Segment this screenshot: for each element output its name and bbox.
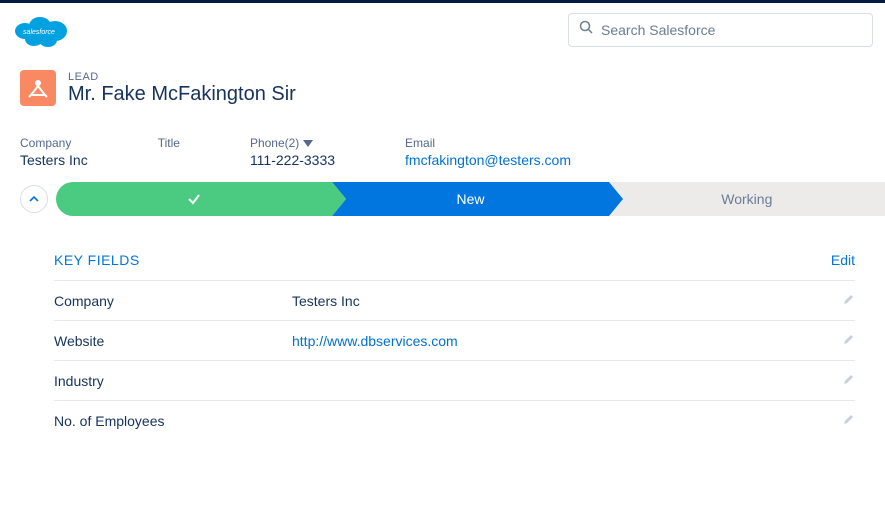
search-input[interactable] (601, 22, 862, 38)
kf-label-employees: No. of Employees (54, 413, 292, 429)
check-icon (186, 191, 202, 207)
kf-row-industry: Industry (54, 360, 855, 400)
highlight-email: Email fmcfakington@testers.com (405, 136, 571, 168)
pencil-icon[interactable] (843, 372, 855, 390)
key-fields-section: KEY FIELDS Edit Company Testers Inc Webs… (0, 216, 885, 460)
path: New Working (0, 182, 885, 216)
svg-text:salesforce: salesforce (23, 29, 55, 36)
highlight-title: Title (158, 136, 180, 168)
kf-value-company: Testers Inc (292, 293, 843, 309)
pencil-icon[interactable] (843, 332, 855, 350)
path-stage-complete[interactable] (56, 182, 332, 216)
object-label: LEAD (68, 71, 296, 83)
highlight-phone-value[interactable]: 111-222-3333 (250, 152, 335, 168)
highlight-email-value[interactable]: fmcfakington@testers.com (405, 152, 571, 168)
kf-label-company: Company (54, 293, 292, 309)
record-name: Mr. Fake McFakington Sir (68, 83, 296, 106)
chevron-up-icon (28, 193, 40, 205)
path-stage-current-label: New (456, 191, 484, 207)
highlight-title-label: Title (158, 136, 180, 150)
path-stage-next[interactable]: Working (609, 182, 885, 216)
salesforce-logo[interactable]: salesforce (12, 9, 72, 51)
path-collapse-button[interactable] (20, 185, 48, 213)
chevron-down-icon (303, 140, 313, 147)
highlight-phone: Phone(2) 111-222-3333 (250, 136, 335, 168)
kf-row-employees: No. of Employees (54, 400, 855, 440)
path-stage-next-label: Working (721, 191, 772, 207)
path-stage-current[interactable]: New (332, 182, 608, 216)
key-fields-title: KEY FIELDS (54, 252, 140, 268)
global-search[interactable] (568, 13, 873, 47)
lead-icon (20, 70, 56, 106)
pencil-icon[interactable] (843, 292, 855, 310)
kf-row-company: Company Testers Inc (54, 280, 855, 320)
pencil-icon[interactable] (843, 412, 855, 430)
highlight-company: Company Testers Inc (20, 136, 88, 168)
highlight-email-label: Email (405, 136, 571, 150)
kf-label-website: Website (54, 333, 292, 349)
kf-label-industry: Industry (54, 373, 292, 389)
highlight-company-label: Company (20, 136, 88, 150)
search-icon (579, 20, 593, 39)
kf-row-website: Website http://www.dbservices.com (54, 320, 855, 360)
highlights-panel: Company Testers Inc Title Phone(2) 111-2… (0, 118, 885, 182)
record-header: LEAD Mr. Fake McFakington Sir (0, 56, 885, 118)
global-header: salesforce (0, 0, 885, 56)
kf-value-website[interactable]: http://www.dbservices.com (292, 333, 843, 349)
highlight-phone-label[interactable]: Phone(2) (250, 136, 335, 150)
key-fields-edit-button[interactable]: Edit (831, 252, 855, 268)
highlight-company-value: Testers Inc (20, 152, 88, 168)
